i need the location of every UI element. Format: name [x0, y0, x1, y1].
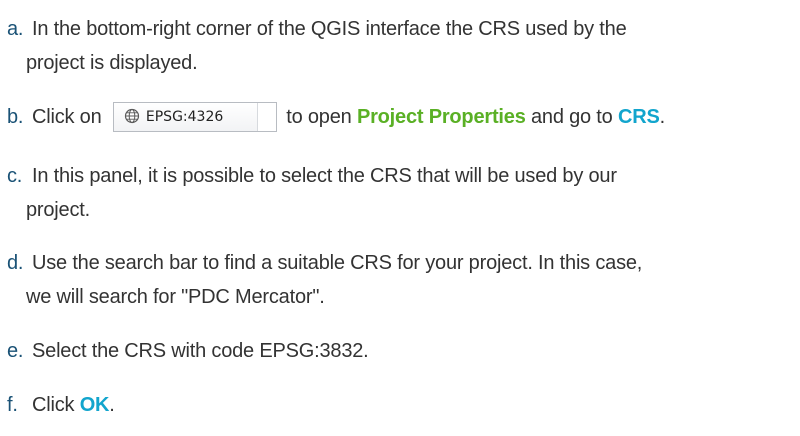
- step-marker: e.: [7, 340, 24, 362]
- step-text-middle: to open: [280, 106, 357, 128]
- step-text: In the bottom-right corner of the QGIS i…: [26, 12, 800, 80]
- step-marker: f.: [7, 394, 18, 416]
- step-text-after: .: [109, 394, 115, 416]
- step-text: Use the search bar to find a suitable CR…: [26, 246, 800, 314]
- project-properties-link: Project Properties: [356, 106, 526, 128]
- step-text-line-2: project is displayed.: [26, 52, 198, 74]
- step-marker: b.: [7, 106, 24, 128]
- step-text-between: and go to: [525, 106, 618, 128]
- step-text-after: .: [659, 106, 666, 128]
- step-text: In this panel, it is possible to select …: [26, 159, 800, 227]
- step-text-line-1: In this panel, it is possible to select …: [32, 165, 617, 187]
- step-text-line-1: Select the CRS with code EPSG:3832.: [32, 340, 369, 362]
- step-marker: a.: [7, 18, 24, 40]
- ok-link: OK: [79, 394, 110, 416]
- crs-status-button[interactable]: EPSG:4326: [112, 101, 277, 132]
- step-text-line-1: Use the search bar to find a suitable CR…: [32, 252, 643, 274]
- globe-icon: [124, 108, 139, 123]
- step-text: Click on EPSG:4326 to open Project Prope…: [32, 100, 800, 134]
- step-text: Click OK.: [32, 388, 800, 422]
- step-text-line-2: project.: [26, 199, 90, 221]
- step-text-before: Click: [32, 394, 80, 416]
- step-text-before: Click on: [32, 106, 107, 128]
- crs-link: CRS: [617, 106, 660, 128]
- step-text-line-1: In the bottom-right corner of the QGIS i…: [32, 18, 627, 40]
- step-marker: d.: [7, 252, 24, 274]
- step-text-line-2: we will search for "PDC Mercator".: [26, 286, 325, 308]
- step-marker: c.: [7, 165, 23, 187]
- step-text: Select the CRS with code EPSG:3832.: [32, 334, 800, 368]
- crs-status-button-label: EPSG:4326: [145, 108, 224, 125]
